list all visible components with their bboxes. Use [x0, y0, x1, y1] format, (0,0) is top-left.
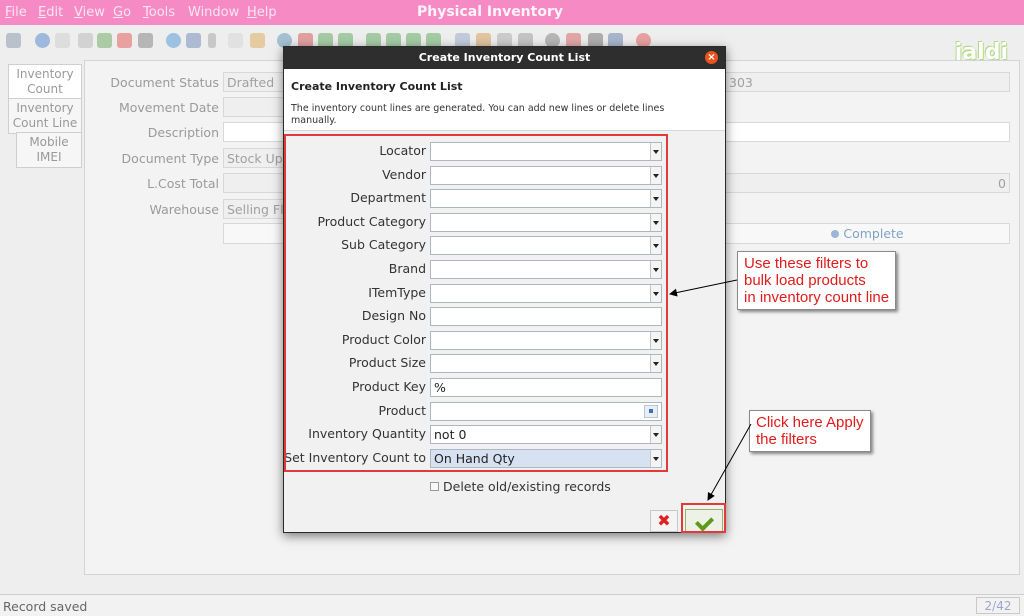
delete-old-records-checkbox[interactable]: Delete old/existing records	[430, 479, 611, 494]
document-no-field: 303	[725, 72, 1010, 92]
dialog-close-icon[interactable]: ×	[705, 51, 718, 64]
record-tabs: Inventory Count Inventory Count Line Mob…	[0, 60, 84, 580]
save-as-icon[interactable]	[138, 33, 153, 48]
apply-annotation: Click here Apply the filters	[749, 410, 871, 452]
complete-label: Complete	[843, 226, 904, 241]
cancel-button[interactable]: ✖	[650, 510, 678, 532]
delete-old-records-label: Delete old/existing records	[443, 479, 611, 494]
complete-icon	[831, 230, 840, 238]
filters-highlight	[284, 134, 668, 472]
attachment-icon[interactable]	[208, 33, 216, 48]
lcost-total-label: L.Cost Total	[147, 176, 219, 191]
filters-annotation: Use these filters to bulk load products …	[737, 251, 897, 310]
menu-bar: File Edit View Go Tools Window Help Phys…	[0, 0, 1024, 25]
description-label: Description	[147, 125, 219, 140]
checkbox-box[interactable]	[430, 482, 439, 491]
status-message: Record saved	[3, 599, 88, 614]
warehouse-label: Warehouse	[149, 202, 219, 217]
dialog-heading: Create Inventory Count List	[291, 80, 463, 93]
record-pager[interactable]: 2/42	[976, 597, 1020, 614]
document-status-label: Document Status	[110, 75, 219, 90]
window-title: Physical Inventory	[416, 4, 563, 20]
refresh-icon[interactable]	[166, 33, 181, 48]
ok-highlight	[681, 503, 726, 533]
dialog-title: Create Inventory Count List	[284, 47, 725, 69]
tab-inventory-count-line[interactable]: Inventory Count Line	[8, 98, 82, 134]
find-icon[interactable]	[186, 33, 201, 48]
chat-icon[interactable]	[228, 33, 243, 48]
total-value-field: 0	[725, 173, 1010, 193]
dialog-description: The inventory count lines are generated.…	[291, 103, 665, 126]
help-icon[interactable]	[35, 33, 50, 48]
complete-button[interactable]: Complete	[725, 223, 1010, 244]
description-field-right[interactable]	[725, 122, 1010, 142]
status-bar: Record saved 2/42	[0, 594, 1024, 616]
undo-icon[interactable]	[6, 33, 21, 48]
cancel-x-icon: ✖	[657, 511, 671, 530]
tab-mobile-imei[interactable]: Mobile IMEI	[16, 132, 82, 168]
save-icon[interactable]	[97, 33, 112, 48]
delete-icon[interactable]	[117, 33, 132, 48]
movement-date-label: Movement Date	[118, 100, 219, 115]
copy-record-icon[interactable]	[78, 33, 93, 48]
tab-inventory-count[interactable]: Inventory Count	[8, 64, 82, 100]
dialog-header: Create Inventory Count List The inventor…	[284, 69, 725, 131]
history-icon[interactable]	[250, 33, 265, 48]
document-no-value: 303	[729, 75, 753, 90]
document-type-label: Document Type	[121, 151, 219, 166]
new-record-icon[interactable]	[55, 33, 70, 48]
